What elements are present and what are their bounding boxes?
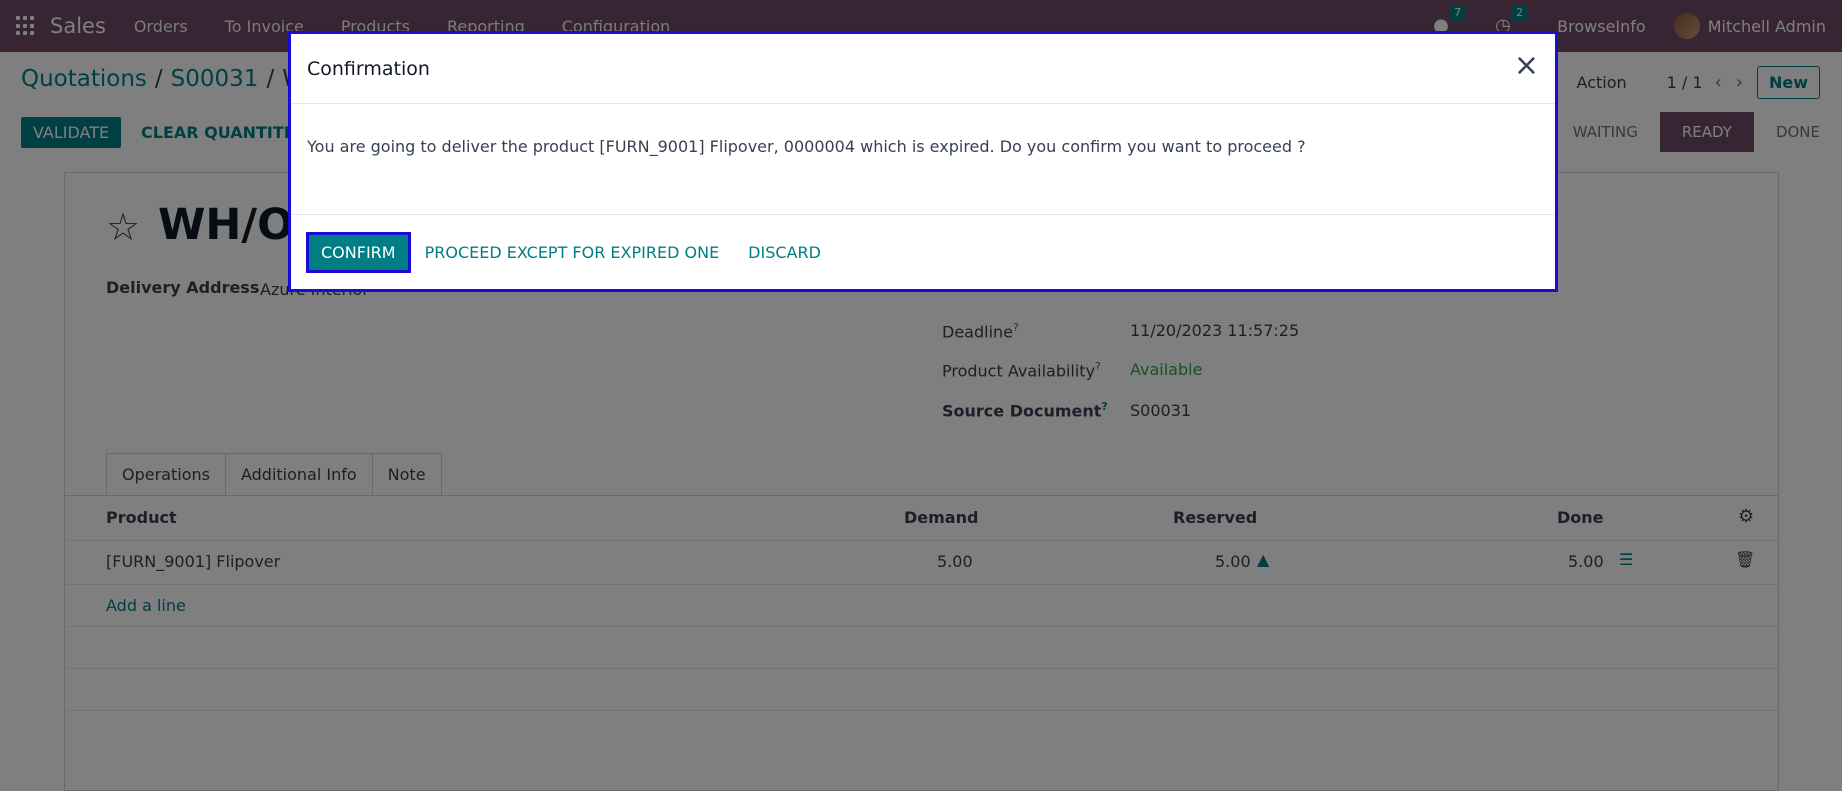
dialog-header: Confirmation (291, 34, 1555, 104)
confirmation-dialog: Confirmation × You are going to deliver … (288, 31, 1558, 292)
dialog-title: Confirmation (307, 57, 430, 80)
confirm-button[interactable]: CONFIRM (306, 231, 411, 273)
dialog-footer: CONFIRM PROCEED EXCEPT FOR EXPIRED ONE D… (291, 215, 1555, 289)
close-icon[interactable]: × (1514, 51, 1539, 81)
proceed-except-expired-button[interactable]: PROCEED EXCEPT FOR EXPIRED ONE (425, 243, 720, 262)
discard-button[interactable]: DISCARD (748, 243, 821, 262)
dialog-message: You are going to deliver the product [FU… (291, 104, 1555, 215)
